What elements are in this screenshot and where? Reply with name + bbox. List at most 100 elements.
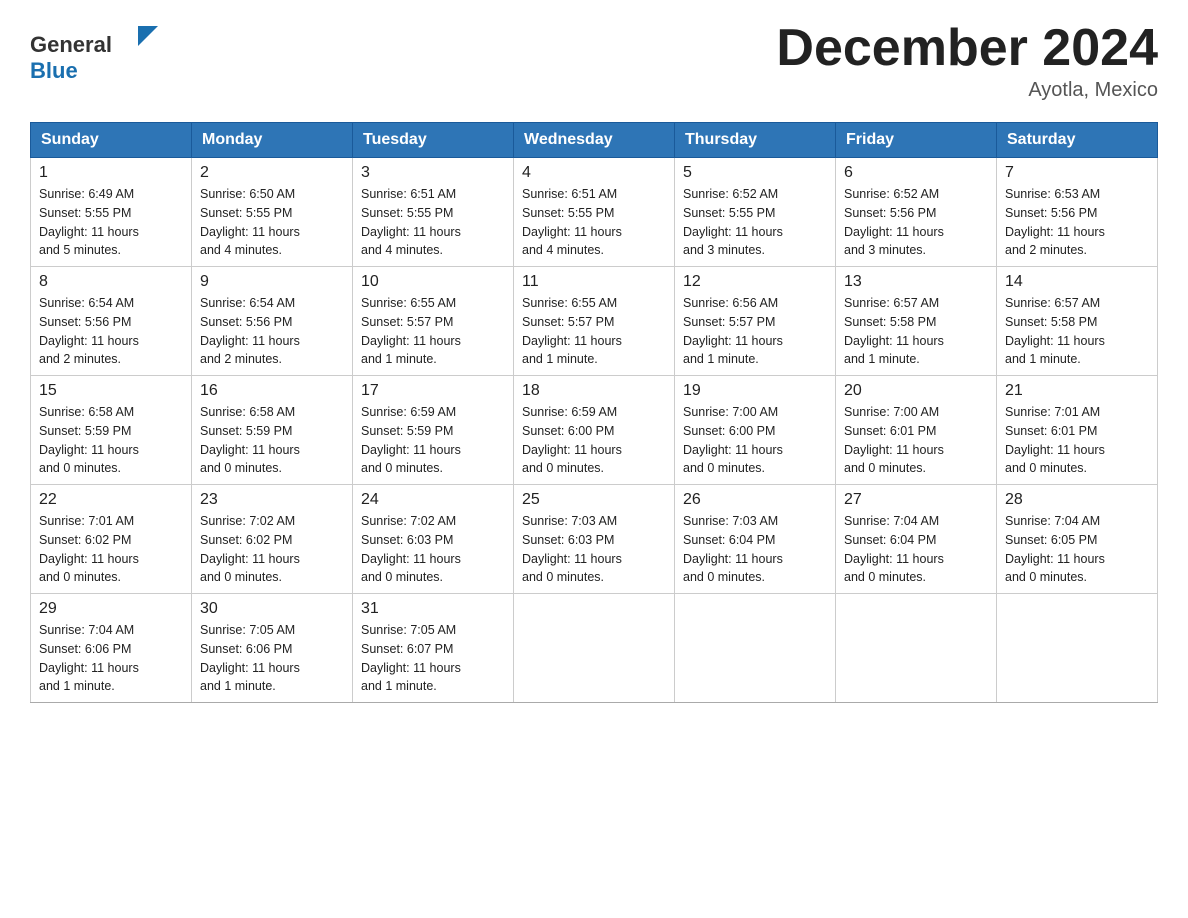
day-number: 9 — [200, 273, 344, 291]
day-number: 1 — [39, 164, 183, 182]
calendar-cell: 29 Sunrise: 7:04 AMSunset: 6:06 PMDayligh… — [31, 594, 192, 703]
svg-text:General: General — [30, 32, 112, 57]
day-info: Sunrise: 7:02 AMSunset: 6:02 PMDaylight:… — [200, 512, 344, 587]
calendar-cell: 15Sunrise: 6:58 AMSunset: 5:59 PMDayligh… — [31, 376, 192, 485]
day-info: Sunrise: 7:04 AMSunset: 6:06 PMDaylight:… — [39, 621, 183, 696]
day-number: 25 — [522, 491, 666, 509]
day-number: 30 — [200, 600, 344, 618]
calendar-cell: 2 Sunrise: 6:50 AMSunset: 5:55 PMDaylight… — [192, 158, 353, 267]
day-info: Sunrise: 6:49 AMSunset: 5:55 PMDaylight:… — [39, 185, 183, 260]
day-number: 23 — [200, 491, 344, 509]
calendar-cell: 5Sunrise: 6:52 AMSunset: 5:55 PMDaylight… — [675, 158, 836, 267]
day-number: 2 — [200, 164, 344, 182]
calendar-cell: 24 Sunrise: 7:02 AMSunset: 6:03 PMDayligh… — [353, 485, 514, 594]
day-info: Sunrise: 6:59 AMSunset: 5:59 PMDaylight:… — [361, 403, 505, 478]
calendar-cell: 9 Sunrise: 6:54 AMSunset: 5:56 PMDaylight… — [192, 267, 353, 376]
day-number: 8 — [39, 273, 183, 291]
day-number: 11 — [522, 273, 666, 291]
day-info: Sunrise: 6:55 AMSunset: 5:57 PMDaylight:… — [522, 294, 666, 369]
day-number: 18 — [522, 382, 666, 400]
calendar-cell: 7 Sunrise: 6:53 AMSunset: 5:56 PMDaylight… — [997, 158, 1158, 267]
day-info: Sunrise: 6:57 AMSunset: 5:58 PMDaylight:… — [1005, 294, 1149, 369]
calendar-cell — [675, 594, 836, 703]
day-number: 31 — [361, 600, 505, 618]
calendar-cell: 18 Sunrise: 6:59 AMSunset: 6:00 PMDayligh… — [514, 376, 675, 485]
calendar-week-row: 22 Sunrise: 7:01 AMSunset: 6:02 PMDayligh… — [31, 485, 1158, 594]
calendar-cell: 6 Sunrise: 6:52 AMSunset: 5:56 PMDaylight… — [836, 158, 997, 267]
weekday-header-thursday: Thursday — [675, 123, 836, 158]
day-number: 20 — [844, 382, 988, 400]
calendar-cell: 11 Sunrise: 6:55 AMSunset: 5:57 PMDayligh… — [514, 267, 675, 376]
weekday-header-monday: Monday — [192, 123, 353, 158]
calendar-week-row: 15Sunrise: 6:58 AMSunset: 5:59 PMDayligh… — [31, 376, 1158, 485]
calendar-cell: 4 Sunrise: 6:51 AMSunset: 5:55 PMDaylight… — [514, 158, 675, 267]
day-number: 26 — [683, 491, 827, 509]
day-info: Sunrise: 6:58 AMSunset: 5:59 PMDaylight:… — [200, 403, 344, 478]
calendar-week-row: 1 Sunrise: 6:49 AMSunset: 5:55 PMDaylight… — [31, 158, 1158, 267]
day-info: Sunrise: 7:00 AMSunset: 6:00 PMDaylight:… — [683, 403, 827, 478]
day-info: Sunrise: 6:55 AMSunset: 5:57 PMDaylight:… — [361, 294, 505, 369]
weekday-header-tuesday: Tuesday — [353, 123, 514, 158]
calendar-cell: 17Sunrise: 6:59 AMSunset: 5:59 PMDayligh… — [353, 376, 514, 485]
day-info: Sunrise: 7:02 AMSunset: 6:03 PMDaylight:… — [361, 512, 505, 587]
calendar-week-row: 8 Sunrise: 6:54 AMSunset: 5:56 PMDaylight… — [31, 267, 1158, 376]
day-number: 12 — [683, 273, 827, 291]
day-info: Sunrise: 6:57 AMSunset: 5:58 PMDaylight:… — [844, 294, 988, 369]
location: Ayotla, Mexico — [776, 79, 1158, 102]
calendar-cell: 20 Sunrise: 7:00 AMSunset: 6:01 PMDayligh… — [836, 376, 997, 485]
day-info: Sunrise: 7:01 AMSunset: 6:02 PMDaylight:… — [39, 512, 183, 587]
day-info: Sunrise: 7:04 AMSunset: 6:04 PMDaylight:… — [844, 512, 988, 587]
calendar-table: SundayMondayTuesdayWednesdayThursdayFrid… — [30, 122, 1158, 703]
calendar-cell: 16 Sunrise: 6:58 AMSunset: 5:59 PMDayligh… — [192, 376, 353, 485]
day-info: Sunrise: 6:53 AMSunset: 5:56 PMDaylight:… — [1005, 185, 1149, 260]
calendar-cell: 3 Sunrise: 6:51 AMSunset: 5:55 PMDaylight… — [353, 158, 514, 267]
calendar-cell: 27 Sunrise: 7:04 AMSunset: 6:04 PMDayligh… — [836, 485, 997, 594]
calendar-cell — [836, 594, 997, 703]
day-info: Sunrise: 6:54 AMSunset: 5:56 PMDaylight:… — [200, 294, 344, 369]
day-info: Sunrise: 6:51 AMSunset: 5:55 PMDaylight:… — [361, 185, 505, 260]
calendar-cell: 22 Sunrise: 7:01 AMSunset: 6:02 PMDayligh… — [31, 485, 192, 594]
day-info: Sunrise: 6:56 AMSunset: 5:57 PMDaylight:… — [683, 294, 827, 369]
day-number: 13 — [844, 273, 988, 291]
weekday-header-saturday: Saturday — [997, 123, 1158, 158]
day-number: 3 — [361, 164, 505, 182]
calendar-cell: 23 Sunrise: 7:02 AMSunset: 6:02 PMDayligh… — [192, 485, 353, 594]
day-info: Sunrise: 7:03 AMSunset: 6:03 PMDaylight:… — [522, 512, 666, 587]
day-info: Sunrise: 6:58 AMSunset: 5:59 PMDaylight:… — [39, 403, 183, 478]
page-header: General Blue December 2024 Ayotla, Mexic… — [30, 20, 1158, 102]
day-info: Sunrise: 6:59 AMSunset: 6:00 PMDaylight:… — [522, 403, 666, 478]
day-number: 14 — [1005, 273, 1149, 291]
calendar-cell: 10Sunrise: 6:55 AMSunset: 5:57 PMDayligh… — [353, 267, 514, 376]
day-info: Sunrise: 6:52 AMSunset: 5:56 PMDaylight:… — [844, 185, 988, 260]
day-info: Sunrise: 7:05 AMSunset: 6:07 PMDaylight:… — [361, 621, 505, 696]
weekday-header-row: SundayMondayTuesdayWednesdayThursdayFrid… — [31, 123, 1158, 158]
logo: General Blue — [30, 20, 160, 95]
calendar-cell: 25 Sunrise: 7:03 AMSunset: 6:03 PMDayligh… — [514, 485, 675, 594]
day-info: Sunrise: 7:03 AMSunset: 6:04 PMDaylight:… — [683, 512, 827, 587]
calendar-cell: 21 Sunrise: 7:01 AMSunset: 6:01 PMDayligh… — [997, 376, 1158, 485]
day-number: 7 — [1005, 164, 1149, 182]
calendar-cell: 28Sunrise: 7:04 AMSunset: 6:05 PMDayligh… — [997, 485, 1158, 594]
day-number: 16 — [200, 382, 344, 400]
calendar-cell: 8 Sunrise: 6:54 AMSunset: 5:56 PMDaylight… — [31, 267, 192, 376]
day-info: Sunrise: 6:50 AMSunset: 5:55 PMDaylight:… — [200, 185, 344, 260]
day-number: 6 — [844, 164, 988, 182]
day-number: 22 — [39, 491, 183, 509]
weekday-header-sunday: Sunday — [31, 123, 192, 158]
calendar-cell: 13 Sunrise: 6:57 AMSunset: 5:58 PMDayligh… — [836, 267, 997, 376]
calendar-cell: 30Sunrise: 7:05 AMSunset: 6:06 PMDayligh… — [192, 594, 353, 703]
day-info: Sunrise: 6:54 AMSunset: 5:56 PMDaylight:… — [39, 294, 183, 369]
day-info: Sunrise: 6:51 AMSunset: 5:55 PMDaylight:… — [522, 185, 666, 260]
day-number: 24 — [361, 491, 505, 509]
calendar-cell — [514, 594, 675, 703]
day-number: 19 — [683, 382, 827, 400]
calendar-week-row: 29 Sunrise: 7:04 AMSunset: 6:06 PMDayligh… — [31, 594, 1158, 703]
day-number: 4 — [522, 164, 666, 182]
calendar-cell: 31 Sunrise: 7:05 AMSunset: 6:07 PMDayligh… — [353, 594, 514, 703]
day-number: 29 — [39, 600, 183, 618]
day-info: Sunrise: 7:04 AMSunset: 6:05 PMDaylight:… — [1005, 512, 1149, 587]
day-info: Sunrise: 7:01 AMSunset: 6:01 PMDaylight:… — [1005, 403, 1149, 478]
day-number: 21 — [1005, 382, 1149, 400]
day-number: 27 — [844, 491, 988, 509]
day-info: Sunrise: 7:00 AMSunset: 6:01 PMDaylight:… — [844, 403, 988, 478]
